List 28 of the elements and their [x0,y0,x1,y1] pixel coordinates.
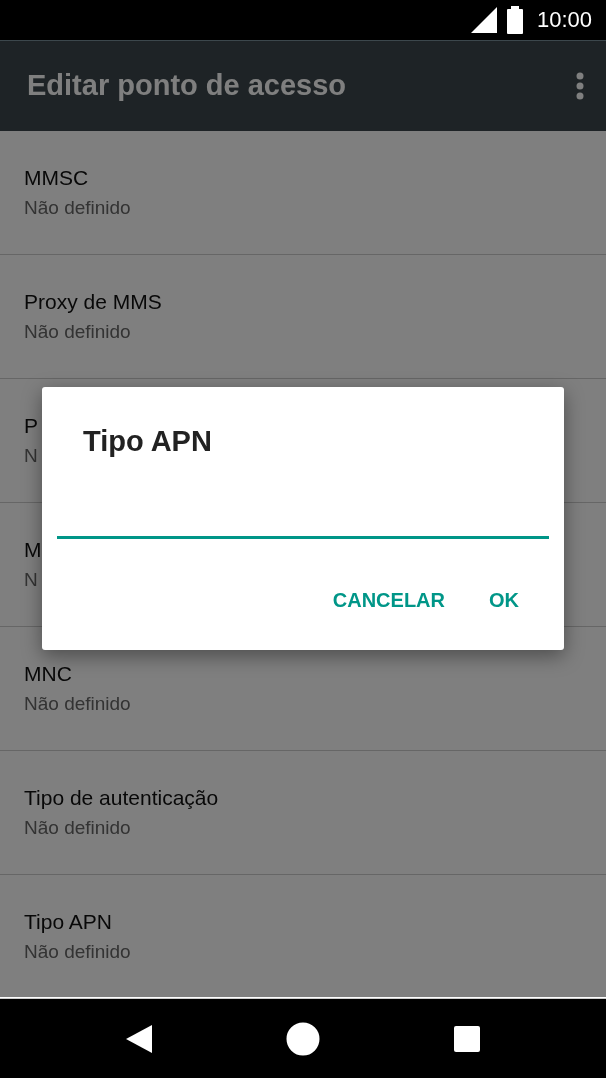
setting-value: Não definido [24,321,131,344]
setting-title: M [24,538,42,563]
recents-icon[interactable] [453,1025,480,1052]
setting-title: Tipo de autenticação [24,786,219,811]
dialog-button[interactable]: OK [473,579,535,622]
setting-title: MMSC [24,166,89,191]
setting-value: N [24,445,38,468]
setting-value: N [24,569,38,592]
setting-item[interactable]: MMSC Não definido [0,131,606,256]
setting-value: Não definido [24,197,131,220]
setting-value: Não definido [24,817,131,840]
setting-value: Não definido [24,693,131,716]
setting-value: Não definido [24,941,131,964]
dialog-title: Tipo APN [83,425,213,458]
dialog-button[interactable]: CANCELAR [316,579,461,622]
setting-item[interactable]: Proxy de MMS Não definido [0,255,606,380]
signal-icon [470,6,497,33]
home-icon[interactable] [285,1020,321,1057]
setting-title: P [24,414,38,439]
more-options-icon[interactable] [576,71,584,100]
setting-title: Tipo APN [24,910,112,935]
status-time: 10:00 [536,6,592,33]
battery-icon [506,5,523,34]
app-bar-title: Editar ponto de acesso [27,69,347,103]
setting-title: Proxy de MMS [24,290,162,315]
back-icon[interactable] [126,1024,153,1053]
setting-title: MNC [24,662,72,687]
setting-item[interactable]: Tipo de autenticação Não definido [0,751,606,876]
